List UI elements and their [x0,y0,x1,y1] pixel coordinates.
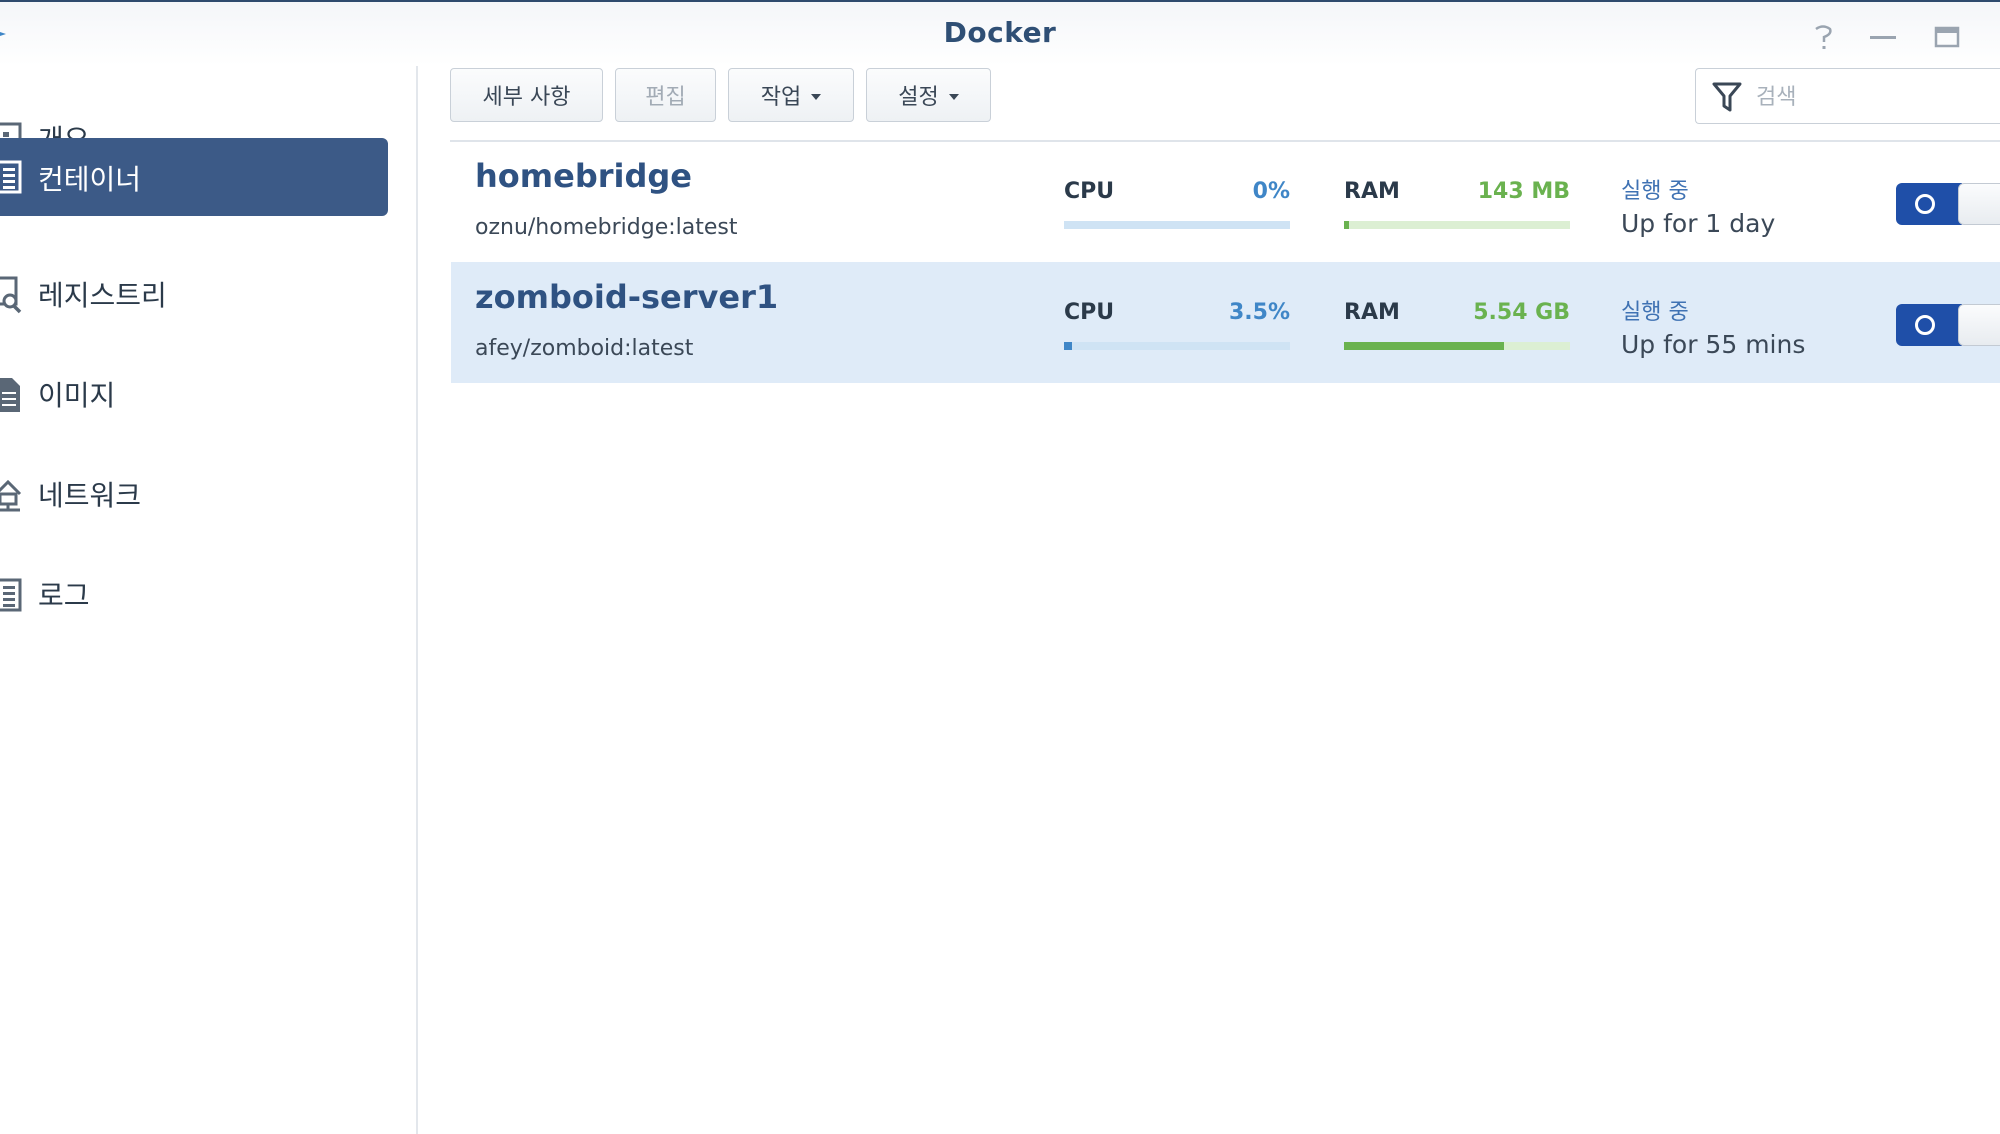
toggle-off-segment [1958,183,2000,225]
ram-label: RAM [1344,179,1400,204]
uptime-text: Up for 1 day [1621,209,1776,238]
toggle-off-segment [1958,304,2000,346]
search-input[interactable] [1754,79,2000,115]
maximize-icon[interactable] [1930,20,1964,54]
cpu-usage-bar [1064,221,1290,229]
details-button[interactable]: 세부 사항 [450,68,603,122]
container-name: zomboid-server1 [475,278,779,316]
cpu-label: CPU [1064,179,1115,204]
container-icon [0,160,22,194]
sidebar: 개요 컨테이너 레지스트리 이미지 [0,66,416,1134]
sidebar-item-label: 이미지 [38,379,116,412]
sidebar-divider [416,66,418,1134]
toolbar: 세부 사항 편집 작업 설정 [450,68,2000,124]
sidebar-item-label: 레지스트리 [38,279,167,312]
action-button-label: 작업 [760,85,802,110]
run-toggle[interactable] [1896,183,2000,225]
cpu-value: 3.5% [1228,300,1290,325]
minimize-icon[interactable] [1866,20,1900,54]
image-file-icon [0,378,20,412]
title-bar: Docker [0,0,2000,66]
chevron-down-icon [811,94,822,100]
power-on-icon [1915,194,1935,214]
ram-usage-fill [1344,221,1349,229]
status-text: 실행 중 [1621,300,1689,325]
uptime-text: Up for 55 mins [1621,330,1806,359]
sidebar-item-registry[interactable]: 레지스트리 [0,244,388,344]
sidebar-item-label: 로그 [38,579,90,612]
sidebar-item-image[interactable]: 이미지 [0,344,388,444]
log-list-icon [0,578,22,612]
run-toggle[interactable] [1896,304,2000,346]
container-row-zomboid-server1[interactable]: zomboid-server1 afey/zomboid:latest CPU … [451,262,2000,383]
sidebar-item-network[interactable]: 네트워크 [0,444,388,544]
status-text: 실행 중 [1621,179,1689,204]
ram-value: 143 MB [1477,179,1570,204]
edit-button[interactable]: 편집 [615,68,716,122]
window-title: Docker [943,16,1057,49]
cpu-usage-bar [1064,342,1290,350]
registry-search-icon [0,276,22,314]
cpu-label: CPU [1064,300,1115,325]
help-icon[interactable] [1806,20,1840,54]
filter-icon [1712,82,1742,112]
sidebar-item-log[interactable]: 로그 [0,544,388,644]
ram-usage-fill [1344,342,1504,350]
settings-button-label: 설정 [898,85,939,110]
sidebar-item-label: 네트워크 [38,479,142,512]
action-dropdown-button[interactable]: 작업 [728,68,854,122]
power-on-icon [1915,315,1935,335]
container-image: oznu/homebridge:latest [475,215,738,240]
ram-label: RAM [1344,300,1400,325]
cpu-value: 0% [1252,179,1290,204]
ram-usage-bar [1344,221,1570,229]
ram-usage-bar [1344,342,1570,350]
ram-value: 5.54 GB [1473,300,1570,325]
container-image: afey/zomboid:latest [475,336,694,361]
edit-button-label: 편집 [645,85,686,110]
container-row-homebridge[interactable]: homebridge oznu/homebridge:latest CPU 0%… [451,141,2000,262]
details-button-label: 세부 사항 [482,85,571,110]
toggle-on-segment [1896,183,1962,225]
cpu-usage-fill [1064,342,1072,350]
network-house-icon [0,479,22,512]
container-name: homebridge [475,157,692,195]
sidebar-item-container[interactable]: 컨테이너 [0,138,388,216]
sidebar-item-label: 컨테이너 [38,163,142,196]
chevron-down-icon [948,94,959,100]
toggle-on-segment [1896,304,1962,346]
search-box[interactable] [1695,68,2000,124]
settings-dropdown-button[interactable]: 설정 [866,68,991,122]
